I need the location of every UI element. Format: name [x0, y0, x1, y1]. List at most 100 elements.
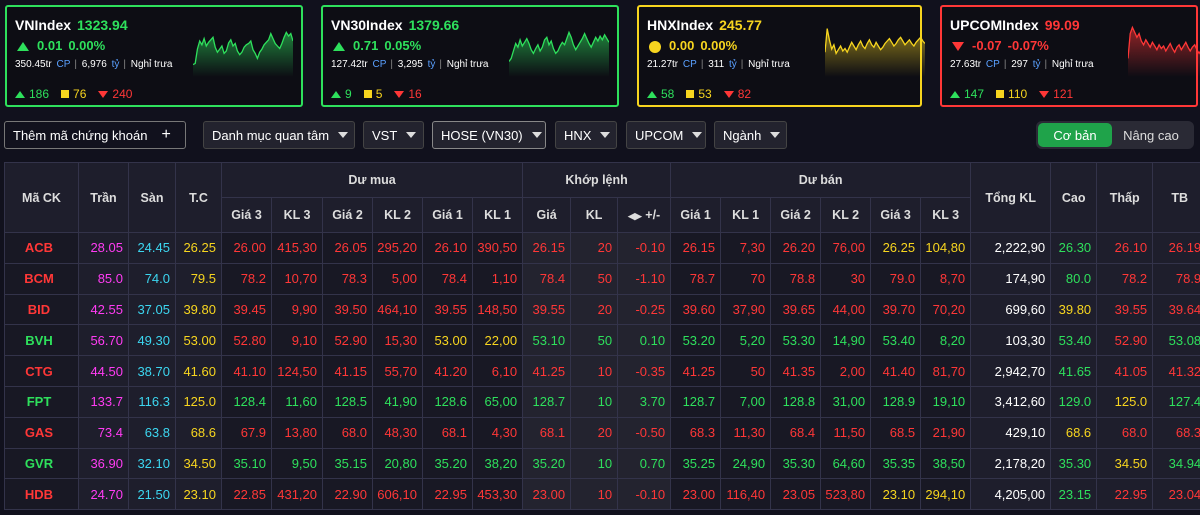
separator: | — [700, 59, 704, 70]
col-ceiling[interactable]: Trần — [78, 162, 129, 233]
cell-b2: 52.90 — [322, 324, 373, 357]
symbol-cell[interactable]: GVR — [4, 447, 79, 480]
col-average[interactable]: TB — [1152, 162, 1200, 233]
col-high[interactable]: Cao — [1050, 162, 1098, 233]
index-breadth: 58 53 82 — [647, 87, 763, 101]
index-session-status: Nghỉ trưa — [748, 59, 790, 70]
index-breadth: 186 76 240 — [15, 87, 144, 101]
cell-av3: 81,70 — [920, 355, 972, 387]
cell-mv: 50 — [570, 262, 619, 295]
vst-dropdown[interactable]: VST — [363, 121, 424, 149]
index-card-hnxindex[interactable]: HNXIndex 245.77 0.00 0.00% 21.27tr CP | 311 t… — [637, 5, 925, 107]
index-value: 99.09 — [1044, 17, 1080, 33]
up-triangle-icon — [333, 42, 345, 52]
low-cell: 26.10 — [1096, 232, 1154, 264]
index-card-vn30index[interactable]: VN30Index 1379.66 0.71 0.05% 127.42tr CP | 3,… — [321, 5, 619, 107]
watchlist-dropdown[interactable]: Danh mục quan tâm — [203, 121, 355, 149]
col-bid-price-2[interactable]: Giá 2 — [322, 197, 373, 233]
add-symbol-button[interactable]: Thêm mã chứng khoán + — [4, 121, 186, 149]
average-cell: 26.19 — [1152, 232, 1200, 264]
cell-b1: 53.00 — [422, 324, 473, 357]
symbol-cell[interactable]: BID — [4, 293, 79, 326]
table-row[interactable]: BVH 56.70 49.30 53.00 52.80 9,10 52.90 15,30 53.… — [4, 324, 1200, 357]
index-name: VNIndex 1323.94 — [15, 17, 128, 33]
hnx-dropdown[interactable]: HNX — [555, 121, 617, 149]
col-ask-price-1[interactable]: Giá 1 — [670, 197, 722, 233]
col-floor[interactable]: Sàn — [128, 162, 176, 233]
cell-av2: 44,00 — [820, 293, 872, 326]
col-ask-price-2[interactable]: Giá 2 — [770, 197, 822, 233]
cell-bv1: 148,50 — [471, 293, 524, 326]
advanced-view-button[interactable]: Nâng cao — [1112, 123, 1190, 147]
basic-view-button[interactable]: Cơ bản — [1038, 123, 1112, 147]
cell-b2: 22.90 — [322, 478, 373, 511]
reference-cell: 34.50 — [175, 447, 222, 480]
symbol-cell[interactable]: GAS — [4, 416, 79, 449]
col-bid-vol-2[interactable]: KL 2 — [372, 197, 423, 233]
col-symbol[interactable]: Mã CK — [4, 162, 79, 233]
cell-b3: 39.45 — [221, 293, 272, 326]
cell-bv1: 1,10 — [471, 262, 524, 295]
reference-cell: 39.80 — [175, 293, 222, 326]
cell-mv: 10 — [570, 478, 619, 511]
hose-dropdown[interactable]: HOSE (VN30) — [432, 121, 546, 149]
table-row[interactable]: BCM 85.0 74.0 79.5 78.2 10,70 78.3 5,00 78.4 1,10… — [4, 262, 1200, 295]
index-value: 1379.66 — [408, 17, 460, 33]
symbol-cell[interactable]: BVH — [4, 324, 79, 357]
cell-a3: 128.9 — [870, 385, 922, 418]
floor-cell: 37.05 — [128, 293, 176, 326]
cell-mp: 78.4 — [522, 262, 572, 295]
col-low[interactable]: Thấp — [1096, 162, 1154, 233]
cell-bv3: 124,50 — [271, 355, 323, 387]
table-row[interactable]: GVR 36.90 32.10 34.50 35.10 9,50 35.15 20,80 35.… — [4, 447, 1200, 480]
col-match-price[interactable]: Giá — [522, 197, 572, 233]
symbol-cell[interactable]: CTG — [4, 355, 79, 387]
index-card-vnindex[interactable]: VNIndex 1323.94 0.01 0.00% 350.45tr CP | 6,97… — [5, 5, 303, 107]
upcom-dropdown[interactable]: UPCOM — [626, 121, 706, 149]
table-row[interactable]: GAS 73.4 63.8 68.6 67.9 13,80 68.0 48,30 68.1 4,3… — [4, 416, 1200, 449]
index-sparkline — [1128, 25, 1200, 77]
index-change-value: 0.01 — [37, 38, 63, 53]
cell-av2: 523,80 — [820, 478, 872, 511]
table-row[interactable]: BID 42.55 37.05 39.80 39.45 9,90 39.50 464,10 39… — [4, 293, 1200, 326]
cell-b1: 39.55 — [422, 293, 473, 326]
symbol-cell[interactable]: HDB — [4, 478, 79, 511]
col-bid-vol-1[interactable]: KL 1 — [471, 197, 524, 233]
index-value-unit: tỷ — [111, 59, 120, 70]
table-row[interactable]: HDB 24.70 21.50 23.10 22.85 431,20 22.90 606,10… — [4, 478, 1200, 511]
col-ask-price-3[interactable]: Giá 3 — [870, 197, 922, 233]
cell-bv1: 6,10 — [471, 355, 524, 387]
group-bid: Dư mua — [220, 162, 524, 198]
cell-b2: 41.15 — [322, 355, 373, 387]
industry-dropdown[interactable]: Ngành — [714, 121, 787, 149]
col-bid-price-1[interactable]: Giá 1 — [422, 197, 473, 233]
col-bid-price-3[interactable]: Giá 3 — [221, 197, 272, 233]
symbol-cell[interactable]: ACB — [4, 232, 79, 264]
col-match-change[interactable]: ◀▶ +/- — [617, 197, 672, 233]
table-row[interactable]: CTG 44.50 38.70 41.60 41.10 124,50 41.15 55,70 4… — [4, 355, 1200, 387]
cell-bv2: 48,30 — [372, 416, 423, 449]
col-total-volume[interactable]: Tổng KL — [970, 162, 1052, 233]
col-match-volume[interactable]: KL — [570, 197, 619, 233]
col-bid-vol-3[interactable]: KL 3 — [271, 197, 323, 233]
table-row[interactable]: ACB 28.05 24.45 26.25 26.00 415,30 26.05 295,20… — [4, 232, 1200, 264]
cell-mv: 20 — [570, 293, 619, 326]
unchanged: 53 — [686, 87, 712, 101]
index-volume-unit: CP — [985, 59, 1000, 70]
index-value-unit: tỷ — [728, 59, 737, 70]
table-row[interactable]: FPT 133.7 116.3 125.0 128.4 11,60 128.5 41,90 12… — [4, 385, 1200, 418]
col-ask-vol-3[interactable]: KL 3 — [920, 197, 972, 233]
index-change-value: 0.00 — [669, 38, 695, 53]
col-ask-vol-1[interactable]: KL 1 — [720, 197, 772, 233]
index-name-label: VN30Index — [331, 17, 403, 33]
index-card-upcomindex[interactable]: UPCOMIndex 99.09 -0.07 -0.07% 27.63tr CP | 29… — [940, 5, 1200, 107]
col-reference[interactable]: T.C — [175, 162, 222, 233]
high-cell: 26.30 — [1050, 232, 1098, 264]
symbol-cell[interactable]: FPT — [4, 385, 79, 418]
col-ask-vol-2[interactable]: KL 2 — [820, 197, 872, 233]
symbol-cell[interactable]: BCM — [4, 262, 79, 295]
index-value: 245.77 — [719, 17, 762, 33]
unchanged: 110 — [996, 87, 1027, 101]
ceiling-cell: 42.55 — [78, 293, 129, 326]
reference-cell: 53.00 — [175, 324, 222, 357]
